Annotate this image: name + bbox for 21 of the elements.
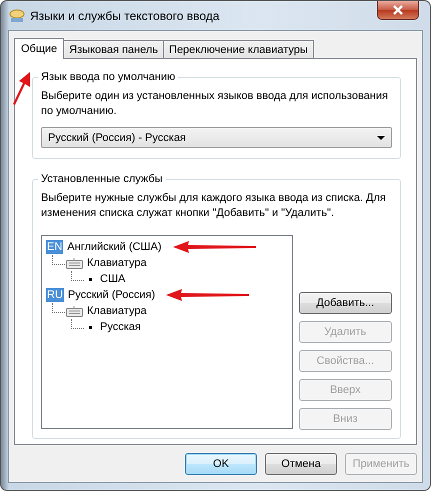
language-badge: RU — [46, 288, 64, 302]
tree-item[interactable]: Клавиатура — [87, 303, 147, 319]
description-text: Выберите один из установленных языков ввода для использования по умолчанию. — [41, 89, 389, 119]
group-title: Язык ввода по умолчанию — [38, 70, 178, 84]
tree-item[interactable]: Русская — [100, 319, 141, 335]
tree-item[interactable]: Русский (Россия) — [68, 287, 156, 303]
tree-item[interactable]: Английский (США) — [67, 239, 162, 255]
description-text: Выберите нужные службы для каждого языка ввода из списка. Для изменения списка служат кнопки "Добавить" и "Удалить". — [41, 191, 387, 221]
tab[interactable]: Общие — [14, 38, 64, 59]
language-badge: EN — [46, 240, 64, 254]
tab[interactable]: Переключение клавиатуры — [163, 40, 314, 58]
dialog-button[interactable]: OK — [185, 453, 257, 475]
dialog-button[interactable]: Отмена — [265, 453, 337, 475]
language-dropdown[interactable]: Русский (Россия) - Русская — [41, 127, 392, 148]
tree-item[interactable]: Клавиатура — [87, 255, 147, 271]
tab[interactable]: Языковая панель — [63, 40, 164, 58]
group-title: Установленные службы — [38, 172, 166, 186]
tree-item[interactable]: США — [100, 271, 126, 287]
dropdown-value: Русский (Россия) - Русская — [48, 132, 186, 144]
side-button[interactable]: Добавить... — [298, 292, 392, 314]
window-title: Языки и службы текстового ввода — [30, 8, 220, 22]
